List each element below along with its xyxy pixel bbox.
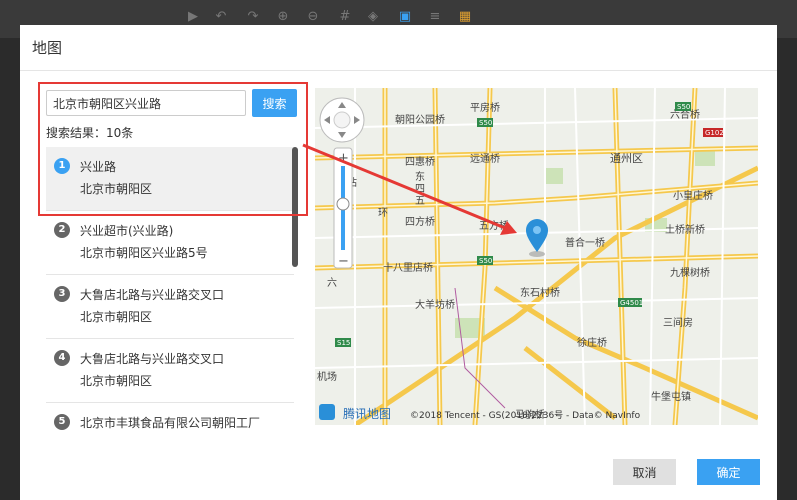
zoom-slider[interactable]	[333, 147, 353, 269]
map-label: 东	[415, 170, 425, 183]
list-item[interactable]: 4 大鲁店北路与兴业路交叉口 北京市朝阳区	[46, 339, 294, 403]
list-item[interactable]: 5 北京市丰琪食品有限公司朝阳工厂	[46, 403, 294, 431]
result-address: 北京市朝阳区兴业路5号	[80, 246, 208, 260]
map-label: 东石村桥	[520, 286, 560, 299]
map-label: 徐庄桥	[577, 336, 607, 349]
undo-icon[interactable]: ↶	[214, 10, 228, 24]
result-name: 大鲁店北路与兴业路交叉口	[80, 352, 225, 366]
road-shield: G102	[705, 129, 724, 137]
result-address: 北京市朝阳区	[80, 374, 153, 388]
dialog-divider	[20, 70, 777, 71]
map-label: 五方桥	[479, 219, 509, 232]
cancel-button[interactable]: 取消	[613, 459, 676, 485]
map-label: 平房桥	[470, 101, 500, 114]
map-dialog: 地图 搜索 搜索结果：10条 1 兴业路 北京市朝阳区 2 兴业超市(兴业路) …	[20, 25, 777, 500]
list-item[interactable]: 2 兴业超市(兴业路) 北京市朝阳区兴业路5号	[46, 211, 294, 275]
zoom-in-icon[interactable]: ⊕	[276, 10, 290, 24]
result-number-badge: 5	[54, 414, 70, 430]
result-number-badge: 3	[54, 286, 70, 302]
map-label: 十八里店桥	[383, 261, 433, 274]
list-icon[interactable]: ≡	[428, 10, 442, 24]
map-label: 牛堡屯镇	[651, 390, 691, 403]
map-logo-text: 腾讯地图	[343, 406, 391, 421]
zoom-out-icon[interactable]: ⊖	[306, 10, 320, 24]
palette-icon[interactable]: ▦	[458, 10, 472, 24]
confirm-button[interactable]: 确定	[697, 459, 760, 485]
zoom-in-button[interactable]: +	[338, 151, 349, 166]
map-label: 四	[415, 184, 425, 195]
layers-icon[interactable]: ◈	[366, 10, 380, 24]
map-label: 环	[378, 208, 388, 219]
map-label: 大羊坊桥	[415, 298, 455, 311]
map-label: 六	[327, 277, 337, 289]
result-name: 兴业超市(兴业路)	[80, 224, 174, 238]
map-copyright: ©2018 Tencent - GS(2018)2236号 - Data© Na…	[410, 410, 641, 421]
dialog-title: 地图	[32, 39, 63, 57]
map-label: 土桥新桥	[665, 223, 705, 236]
map-label: 远通桥	[470, 153, 500, 165]
map-label: 机场	[317, 370, 337, 383]
map-label: 通州区	[610, 152, 643, 165]
map-label: 三间房	[663, 316, 693, 329]
highlight-box	[38, 82, 308, 216]
map-label: 小皇庄桥	[673, 189, 713, 202]
road-shield: S50	[677, 103, 690, 111]
map-view[interactable]: 平房桥 朝阳公园桥 四惠桥 远通桥 通州区 东 四 五 环 四方桥 五方桥 十八…	[315, 88, 758, 425]
map-label: 四方桥	[405, 215, 435, 228]
redo-icon[interactable]: ↷	[246, 10, 260, 24]
map-label: 四惠桥	[405, 155, 435, 168]
tencent-map-logo: 腾讯地图	[319, 404, 391, 421]
result-name: 北京市丰琪食品有限公司朝阳工厂	[80, 416, 261, 430]
play-icon[interactable]: ▶	[186, 10, 200, 24]
zoom-out-button[interactable]: −	[338, 254, 349, 269]
result-name: 大鲁店北路与兴业路交叉口	[80, 288, 225, 302]
map-label: 朝阳公园桥	[395, 114, 445, 126]
road-shield: S15	[337, 339, 350, 347]
road-shield: G4501	[620, 299, 643, 307]
map-label: 普合一桥	[565, 236, 605, 249]
pan-control[interactable]	[319, 97, 365, 143]
map-label: 五	[415, 196, 425, 207]
result-number-badge: 4	[54, 350, 70, 366]
result-number-badge: 2	[54, 222, 70, 238]
list-item[interactable]: 3 大鲁店北路与兴业路交叉口 北京市朝阳区	[46, 275, 294, 339]
road-shield: S50	[479, 257, 492, 265]
road-shield: S50	[479, 119, 492, 127]
map-label: 九棵树桥	[670, 266, 710, 279]
image-icon[interactable]: ▣	[398, 10, 412, 24]
grid-icon[interactable]: #	[338, 10, 352, 24]
result-address: 北京市朝阳区	[80, 310, 153, 324]
